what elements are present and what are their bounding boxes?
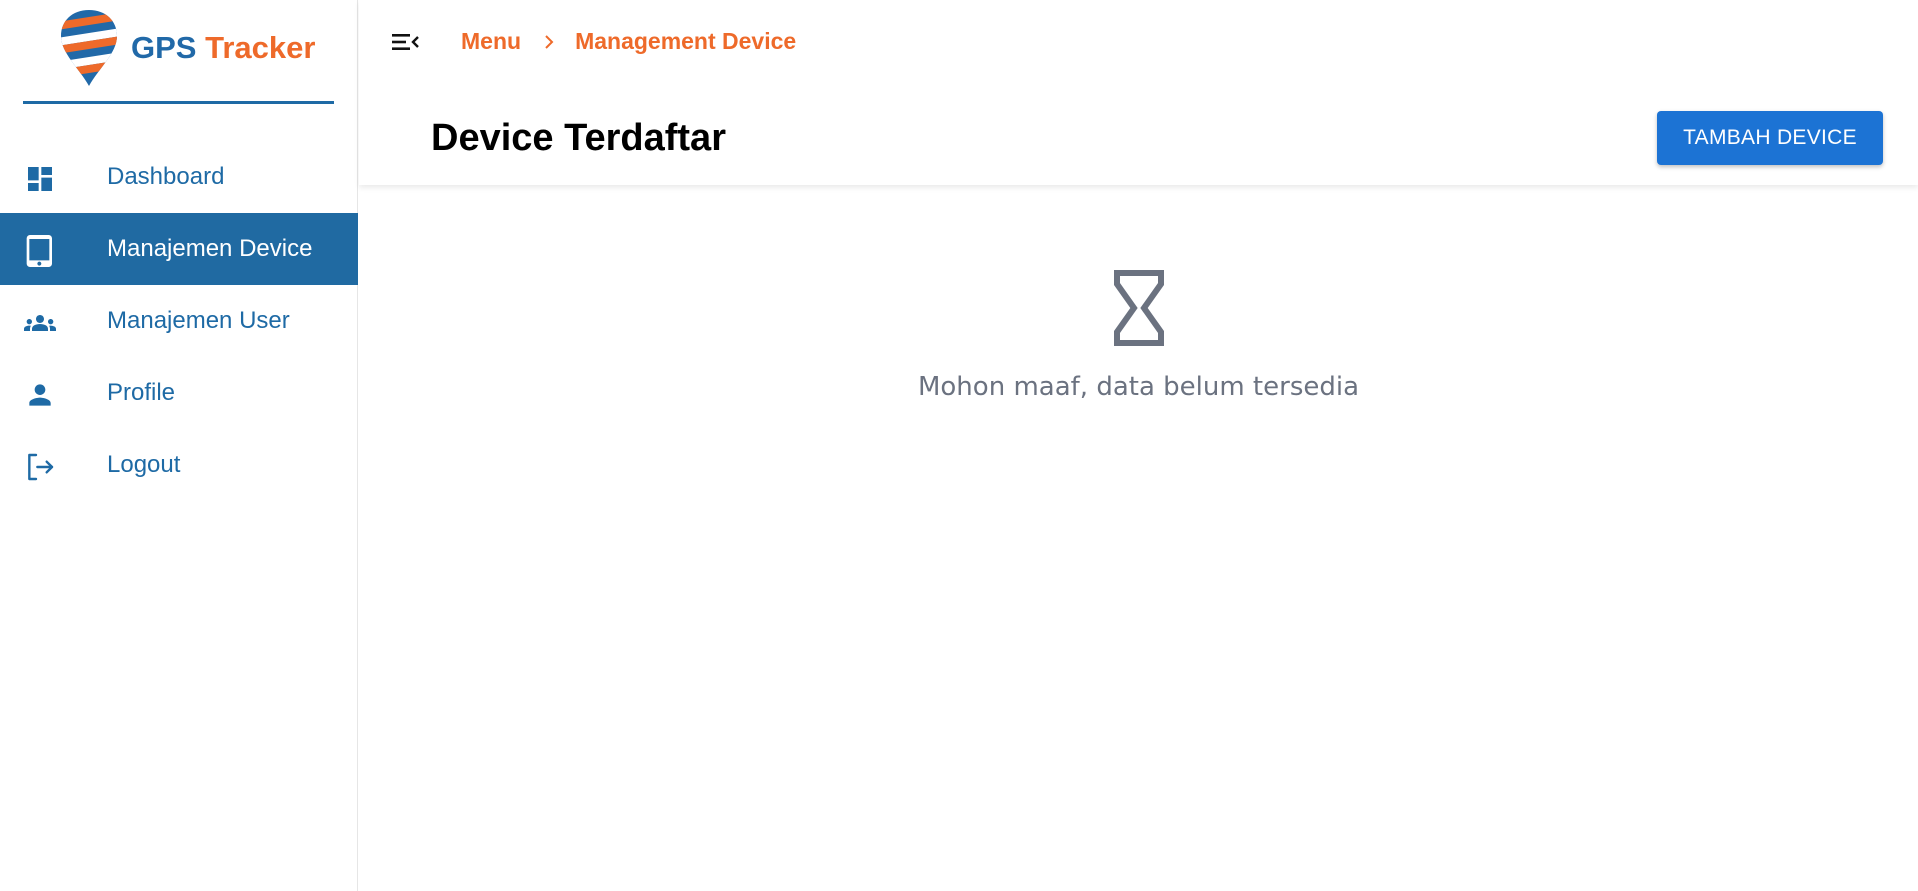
- sidebar-item-label: Dashboard: [107, 163, 225, 190]
- main-content: Mohon maaf, data belum tersedia: [359, 185, 1918, 891]
- sidebar-nav: Dashboard Manajemen Device Manajemen Use…: [0, 141, 358, 501]
- chevron-right-icon: [543, 34, 555, 50]
- empty-state: Mohon maaf, data belum tersedia: [359, 270, 1918, 402]
- logo-icon: [61, 10, 117, 86]
- sidebar-item-manajemen-user[interactable]: Manajemen User: [0, 285, 358, 357]
- sidebar-item-profile[interactable]: Profile: [0, 357, 358, 429]
- menu-collapse-icon: [392, 34, 419, 50]
- sidebar-item-label: Manajemen Device: [107, 235, 313, 262]
- sidebar: GPS Tracker Dashboard Manajemen Device M…: [0, 0, 358, 891]
- sidebar-item-label: Manajemen User: [107, 307, 290, 334]
- app-logo[interactable]: GPS Tracker: [57, 8, 315, 88]
- logo-divider: [23, 101, 334, 104]
- empty-message: Mohon maaf, data belum tersedia: [917, 372, 1360, 402]
- breadcrumb-menu[interactable]: Menu: [461, 28, 521, 55]
- person-icon: [24, 379, 56, 411]
- brand-name: GPS Tracker: [131, 30, 315, 66]
- page-header: Menu Management Device Device Terdaftar …: [359, 0, 1918, 185]
- add-device-button[interactable]: TAMBAH DEVICE: [1657, 111, 1883, 165]
- breadcrumb: Menu Management Device: [461, 28, 796, 55]
- menu-toggle-button[interactable]: [389, 28, 421, 56]
- hourglass-icon: [1113, 270, 1164, 346]
- sidebar-item-logout[interactable]: Logout: [0, 429, 358, 501]
- brand-tracker: Tracker: [205, 30, 316, 65]
- sidebar-item-manajemen-device[interactable]: Manajemen Device: [0, 213, 358, 285]
- sidebar-item-dashboard[interactable]: Dashboard: [0, 141, 358, 213]
- tablet-icon: [24, 235, 56, 267]
- breadcrumb-current: Management Device: [575, 28, 797, 54]
- logout-icon: [24, 451, 56, 483]
- page-title: Device Terdaftar: [431, 117, 726, 159]
- sidebar-item-label: Profile: [107, 379, 176, 406]
- brand-gps: GPS: [131, 30, 197, 65]
- group-icon: [24, 307, 56, 339]
- dashboard-icon: [24, 163, 56, 195]
- sidebar-item-label: Logout: [107, 451, 181, 478]
